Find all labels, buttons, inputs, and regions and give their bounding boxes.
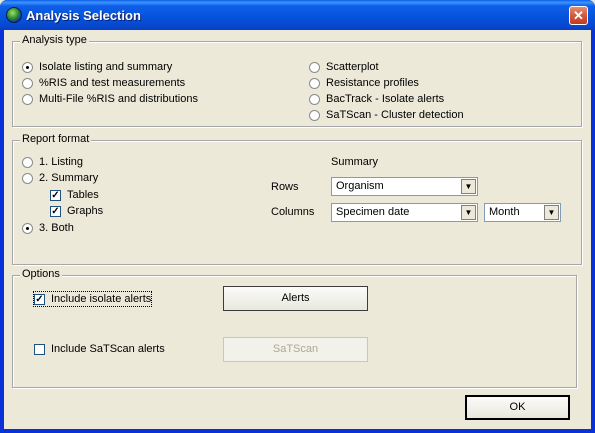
checkbox-box[interactable]: [34, 343, 45, 355]
period-combobox[interactable]: Month ▼: [484, 203, 561, 222]
checkbox-label: Include isolate alerts: [51, 293, 152, 305]
close-button[interactable]: ✕: [569, 6, 588, 25]
radio-indicator[interactable]: [22, 93, 33, 105]
options-group: Options ✓ Include isolate alerts Alerts …: [12, 268, 577, 388]
radio-indicator[interactable]: [309, 61, 320, 73]
chevron-down-icon[interactable]: ▼: [461, 205, 476, 220]
analysis-type-group: Analysis type Isolate listing and summar…: [12, 34, 582, 127]
radio-label: %RIS and test measurements: [39, 77, 186, 89]
checkbox-label: Graphs: [67, 205, 104, 217]
check-mark-icon[interactable]: ✓: [34, 293, 45, 305]
dialog-body: Analysis type Isolate listing and summar…: [4, 30, 591, 429]
radio-summary[interactable]: 2. Summary: [22, 171, 98, 185]
radio-indicator[interactable]: [22, 61, 33, 73]
radio-scatterplot[interactable]: Scatterplot: [309, 60, 379, 74]
radio-satscan-cluster[interactable]: SaTScan - Cluster detection: [309, 108, 464, 122]
radio-label: 2. Summary: [39, 172, 99, 184]
radio-bactrack-alerts[interactable]: BacTrack - Isolate alerts: [309, 92, 444, 106]
checkbox-label: Tables: [67, 189, 99, 201]
rows-combobox[interactable]: Organism ▼: [331, 177, 478, 196]
radio-label: BacTrack - Isolate alerts: [326, 93, 445, 105]
checkbox-label: Include SaTScan alerts: [51, 343, 165, 355]
checkbox-graphs[interactable]: ✓ Graphs: [50, 204, 103, 218]
radio-label: Scatterplot: [326, 61, 379, 73]
radio-multifile-ris[interactable]: Multi-File %RIS and distributions: [22, 92, 198, 106]
radio-indicator[interactable]: [309, 77, 320, 89]
chevron-down-icon[interactable]: ▼: [544, 205, 559, 220]
title-bar[interactable]: Analysis Selection ✕: [0, 0, 595, 30]
analysis-selection-window: Analysis Selection ✕ Analysis type Isola…: [0, 0, 595, 433]
radio-label: Resistance profiles: [326, 77, 419, 89]
analysis-type-legend: Analysis type: [20, 34, 89, 46]
radio-label: 3. Both: [39, 222, 74, 234]
report-format-group: Report format 1. Listing 2. Summary ✓ Ta…: [12, 133, 582, 265]
checkbox-include-isolate-alerts[interactable]: ✓ Include isolate alerts: [32, 291, 153, 307]
columns-value: Specimen date: [336, 206, 410, 218]
radio-indicator[interactable]: [22, 77, 33, 89]
report-format-legend: Report format: [20, 133, 92, 145]
check-mark-icon[interactable]: ✓: [50, 205, 61, 217]
ok-button[interactable]: OK: [465, 395, 570, 420]
checkbox-tables[interactable]: ✓ Tables: [50, 188, 99, 202]
window-title: Analysis Selection: [26, 8, 141, 23]
radio-indicator[interactable]: [22, 156, 33, 168]
app-globe-icon: [6, 7, 22, 23]
alerts-button[interactable]: Alerts: [223, 286, 368, 311]
chevron-down-icon[interactable]: ▼: [461, 179, 476, 194]
radio-indicator[interactable]: [22, 222, 33, 234]
radio-label: 1. Listing: [39, 156, 84, 168]
satscan-button: SaTScan: [223, 337, 368, 362]
radio-label: SaTScan - Cluster detection: [326, 109, 464, 121]
summary-heading: Summary: [331, 156, 379, 168]
check-mark-icon[interactable]: ✓: [50, 189, 61, 201]
radio-indicator[interactable]: [309, 93, 320, 105]
columns-combobox[interactable]: Specimen date ▼: [331, 203, 478, 222]
radio-listing[interactable]: 1. Listing: [22, 155, 83, 169]
radio-resistance-profiles[interactable]: Resistance profiles: [309, 76, 419, 90]
rows-value: Organism: [336, 180, 384, 192]
radio-label: Multi-File %RIS and distributions: [39, 93, 198, 105]
radio-isolate-listing[interactable]: Isolate listing and summary: [22, 60, 172, 74]
options-legend: Options: [20, 268, 62, 280]
radio-indicator[interactable]: [22, 172, 33, 184]
period-value: Month: [489, 206, 520, 218]
rows-label: Rows: [271, 181, 299, 193]
radio-ris-measurements[interactable]: %RIS and test measurements: [22, 76, 185, 90]
radio-indicator[interactable]: [309, 109, 320, 121]
radio-label: Isolate listing and summary: [39, 61, 173, 73]
columns-label: Columns: [271, 206, 315, 218]
radio-both[interactable]: 3. Both: [22, 221, 74, 235]
checkbox-include-satscan-alerts[interactable]: Include SaTScan alerts: [34, 342, 165, 356]
